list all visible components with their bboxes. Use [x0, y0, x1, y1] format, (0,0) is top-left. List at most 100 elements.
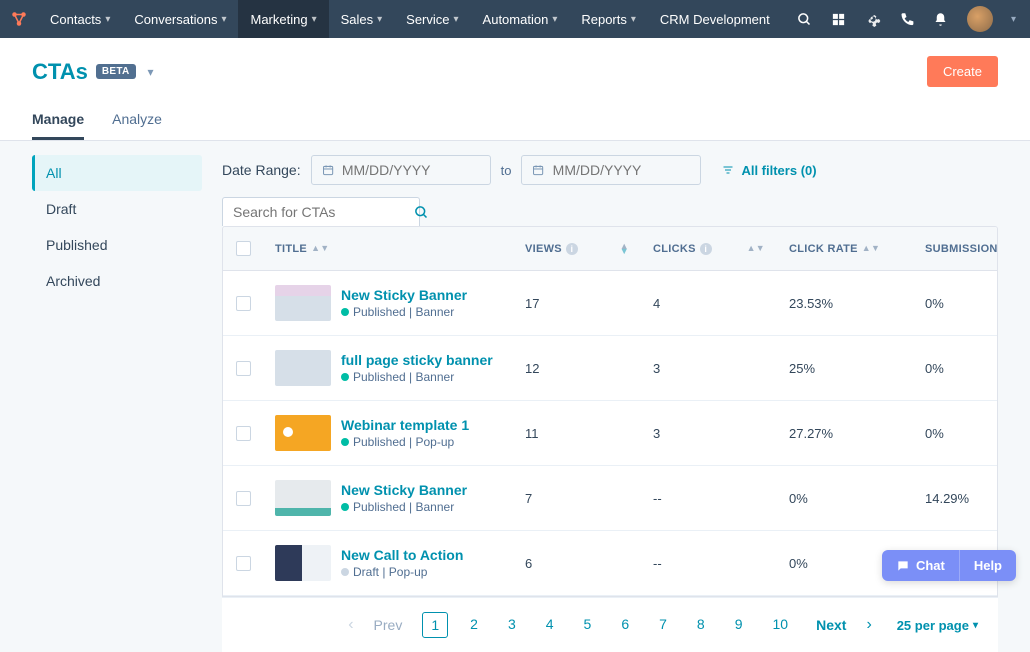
search-box[interactable] [222, 197, 420, 226]
sidebar-item-published[interactable]: Published [32, 227, 202, 263]
help-button[interactable]: Help [960, 550, 1016, 581]
table-row[interactable]: New Sticky BannerPublished | Banner17423… [223, 271, 997, 336]
table-row[interactable]: New Sticky BannerPublished | Banner7--0%… [223, 466, 997, 531]
create-button[interactable]: Create [927, 56, 998, 87]
page-6[interactable]: 6 [613, 612, 637, 638]
nav-item-contacts[interactable]: Contacts▾ [38, 0, 122, 38]
status-dot-icon [341, 308, 349, 316]
cta-thumbnail [275, 415, 331, 451]
clicks-cell: 3 [641, 336, 777, 400]
prev-arrow-icon[interactable]: ‹ [348, 616, 353, 634]
views-cell: 17 [513, 271, 641, 335]
date-to-input[interactable] [521, 155, 701, 185]
cta-title[interactable]: full page sticky banner [341, 352, 493, 368]
page-10[interactable]: 10 [765, 612, 797, 638]
nav-menu: Contacts▾Conversations▾Marketing▾Sales▾S… [38, 0, 782, 38]
page-5[interactable]: 5 [576, 612, 600, 638]
th-submissions[interactable]: SUBMISSIONS [913, 227, 993, 270]
page-7[interactable]: 7 [651, 612, 675, 638]
chat-label: Chat [916, 558, 945, 573]
tab-analyze[interactable]: Analyze [112, 101, 162, 140]
th-clicks[interactable]: CLICKSi▲▼ [641, 227, 777, 270]
submissions-cell: 14.29% [913, 466, 993, 530]
beta-badge: BETA [96, 64, 136, 79]
page-1[interactable]: 1 [422, 612, 448, 638]
row-checkbox[interactable] [236, 491, 251, 506]
nav-item-reports[interactable]: Reports▾ [569, 0, 648, 38]
date-from-input[interactable] [311, 155, 491, 185]
search-input[interactable] [233, 204, 414, 220]
click-rate-cell: 25% [777, 336, 913, 400]
info-icon: i [566, 243, 578, 255]
phone-icon[interactable] [899, 11, 915, 27]
per-page-select[interactable]: 25 per page ▾ [897, 618, 978, 633]
cta-title[interactable]: New Call to Action [341, 547, 463, 563]
page-9[interactable]: 9 [727, 612, 751, 638]
cta-title[interactable]: Webinar template 1 [341, 417, 469, 433]
nav-item-sales[interactable]: Sales▾ [329, 0, 395, 38]
tab-manage[interactable]: Manage [32, 101, 84, 140]
th-title[interactable]: TITLE▲▼ [263, 227, 513, 270]
chat-help-widget[interactable]: Chat Help [882, 550, 1016, 581]
sidebar-item-draft[interactable]: Draft [32, 191, 202, 227]
table-row[interactable]: New Call to ActionDraft | Pop-up6--0%0% [223, 531, 997, 596]
title-wrap[interactable]: CTAs BETA ▾ [32, 59, 154, 85]
cta-status: Published | Pop-up [341, 435, 469, 449]
nav-item-marketing[interactable]: Marketing▾ [238, 0, 328, 38]
clicks-cell: -- [641, 531, 777, 595]
page-4[interactable]: 4 [538, 612, 562, 638]
status-dot-icon [341, 568, 349, 576]
th-views[interactable]: VIEWSi▲▼ [513, 227, 641, 270]
status-dot-icon [341, 373, 349, 381]
calendar-icon [532, 163, 544, 177]
cta-thumbnail [275, 285, 331, 321]
gear-icon[interactable] [865, 11, 881, 27]
click-rate-cell: 0% [777, 466, 913, 530]
row-checkbox[interactable] [236, 361, 251, 376]
tabs: Manage Analyze [32, 101, 998, 140]
date-to-field[interactable] [553, 162, 691, 178]
cta-status: Published | Banner [341, 370, 493, 384]
cta-title[interactable]: New Sticky Banner [341, 287, 467, 303]
page-2[interactable]: 2 [462, 612, 486, 638]
nav-item-crm-development[interactable]: CRM Development [648, 0, 782, 38]
page-3[interactable]: 3 [500, 612, 524, 638]
search-icon[interactable] [414, 205, 429, 220]
prev-button[interactable]: Prev [366, 613, 411, 637]
page-8[interactable]: 8 [689, 612, 713, 638]
cta-thumbnail [275, 545, 331, 581]
status-dot-icon [341, 438, 349, 446]
nav-item-service[interactable]: Service▾ [394, 0, 470, 38]
sidebar: AllDraftPublishedArchived [32, 155, 202, 652]
submissions-cell: 0% [913, 336, 993, 400]
th-click-rate[interactable]: CLICK RATE▲▼ [777, 227, 913, 270]
per-page-label: 25 per page [897, 618, 969, 633]
nav-item-automation[interactable]: Automation▾ [471, 0, 570, 38]
select-all-checkbox[interactable] [236, 241, 251, 256]
next-arrow-icon[interactable]: › [866, 616, 871, 634]
click-rate-cell: 27.27% [777, 401, 913, 465]
clicks-cell: 4 [641, 271, 777, 335]
sidebar-item-all[interactable]: All [32, 155, 202, 191]
next-button[interactable]: Next [808, 613, 854, 637]
row-checkbox[interactable] [236, 426, 251, 441]
sidebar-item-archived[interactable]: Archived [32, 263, 202, 299]
cta-title[interactable]: New Sticky Banner [341, 482, 467, 498]
marketplace-icon[interactable] [831, 11, 847, 27]
table-row[interactable]: Webinar template 1Published | Pop-up1132… [223, 401, 997, 466]
submissions-cell: 0% [913, 271, 993, 335]
bell-icon[interactable] [933, 11, 949, 27]
date-range-label: Date Range: [222, 162, 301, 178]
row-checkbox[interactable] [236, 296, 251, 311]
all-filters-label: All filters (0) [741, 163, 816, 178]
search-icon[interactable] [797, 11, 813, 27]
nav-item-conversations[interactable]: Conversations▾ [122, 0, 238, 38]
table-row[interactable]: full page sticky banner Published | Banne… [223, 336, 997, 401]
cta-table: TITLE▲▼ VIEWSi▲▼ CLICKSi▲▼ CLICK RATE▲▼ … [222, 226, 998, 597]
date-from-field[interactable] [342, 162, 480, 178]
row-checkbox[interactable] [236, 556, 251, 571]
filter-bar: Date Range: to All filters (0) [222, 155, 998, 185]
chat-button[interactable]: Chat [882, 550, 960, 581]
all-filters-button[interactable]: All filters (0) [721, 163, 816, 178]
avatar[interactable] [967, 6, 993, 32]
